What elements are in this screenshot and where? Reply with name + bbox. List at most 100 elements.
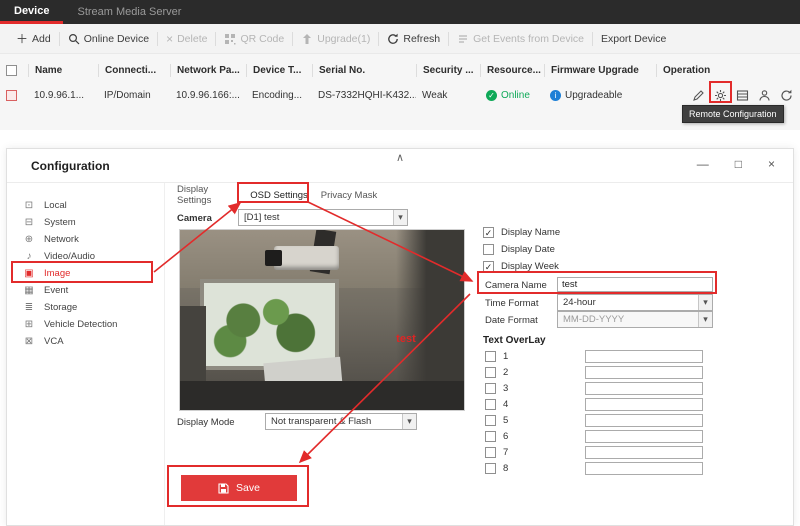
device-table-row[interactable]: 10.9.96.1... IP/Domain 10.9.96.166:... E…: [0, 82, 800, 108]
overlay-4-input[interactable]: [585, 398, 703, 411]
column-resource: Resource...: [480, 64, 544, 77]
top-tabbar: Device Stream Media Server: [0, 0, 800, 24]
text-overlay-row: 6: [485, 431, 508, 442]
overlay-number: 8: [503, 463, 508, 474]
storage-icon: ≣: [23, 302, 35, 313]
overlay-1-checkbox[interactable]: [485, 351, 496, 362]
audio-icon: ♪: [23, 251, 35, 262]
sidebar-item-system[interactable]: ⊟System: [7, 214, 165, 231]
device-table-header: Name Connecti... Network Pa... Device T.…: [0, 58, 800, 82]
column-device-type: Device T...: [246, 64, 312, 77]
column-network: Network Pa...: [170, 64, 246, 77]
online-check-icon: ✓: [486, 90, 497, 101]
display-name-option[interactable]: ✓ Display Name: [483, 227, 560, 238]
overlay-7-checkbox[interactable]: [485, 447, 496, 458]
tab-privacy-mask[interactable]: Privacy Mask: [319, 187, 379, 203]
delete-button[interactable]: × Delete: [158, 33, 215, 45]
tab-stream-media-server[interactable]: Stream Media Server: [63, 0, 195, 24]
display-week-checkbox[interactable]: ✓: [483, 261, 494, 272]
overlay-8-input[interactable]: [585, 462, 703, 475]
overlay-3-input[interactable]: [585, 382, 703, 395]
export-device-button[interactable]: Export Device: [593, 33, 674, 45]
osd-name-overlay: test: [396, 333, 416, 345]
upgrade-label: Upgrade(1): [317, 33, 370, 45]
sidebar-item-vca[interactable]: ⊠VCA: [7, 333, 165, 350]
text-overlay-row: 8: [485, 463, 508, 474]
overlay-7-input[interactable]: [585, 446, 703, 459]
camera-label: Camera: [177, 213, 212, 224]
camera-select[interactable]: [D1] test: [238, 209, 408, 226]
sidebar-item-vehicle-detection[interactable]: ⊞Vehicle Detection: [7, 316, 165, 333]
cell-device-type: Encoding...: [246, 90, 312, 101]
overlay-2-input[interactable]: [585, 366, 703, 379]
overlay-number: 4: [503, 399, 508, 410]
online-device-button[interactable]: Online Device: [60, 33, 157, 45]
sidebar-item-local[interactable]: ⊡Local: [7, 197, 165, 214]
add-button[interactable]: ＋ Add: [8, 33, 59, 45]
sidebar-item-video-audio[interactable]: ♪Video/Audio: [7, 248, 165, 265]
text-overlay-row: 2: [485, 367, 508, 378]
preview-camera-body: [274, 246, 339, 269]
column-firmware: Firmware Upgrade: [544, 64, 656, 77]
overlay-6-checkbox[interactable]: [485, 431, 496, 442]
online-status-label: Online: [501, 90, 530, 101]
row-checkbox[interactable]: [6, 90, 17, 101]
overlay-3-checkbox[interactable]: [485, 383, 496, 394]
tab-osd-settings[interactable]: OSD Settings: [247, 187, 311, 203]
overlay-8-checkbox[interactable]: [485, 463, 496, 474]
edit-icon[interactable]: [692, 89, 705, 102]
vehicle-icon: ⊞: [23, 319, 35, 330]
search-icon: [68, 33, 80, 45]
camera-name-input[interactable]: [557, 277, 713, 292]
device-status-icon[interactable]: [736, 89, 749, 102]
event-list-icon: [457, 33, 469, 45]
sidebar-label: VCA: [44, 336, 64, 347]
overlay-5-input[interactable]: [585, 414, 703, 427]
qr-code-button[interactable]: QR Code: [216, 33, 292, 45]
display-date-option[interactable]: Display Date: [483, 244, 555, 255]
overlay-6-input[interactable]: [585, 430, 703, 443]
overlay-number: 7: [503, 447, 508, 458]
screen: Device Stream Media Server ＋ Add Online …: [0, 0, 800, 526]
text-overlay-row: 5: [485, 415, 508, 426]
remote-configuration-gear-icon[interactable]: [714, 89, 727, 102]
overlay-1-input[interactable]: [585, 350, 703, 363]
sidebar-item-image[interactable]: ▣Image: [7, 265, 165, 282]
upgrade-button[interactable]: Upgrade(1): [293, 33, 378, 45]
save-button[interactable]: Save: [181, 475, 297, 501]
overlay-4-checkbox[interactable]: [485, 399, 496, 410]
cell-name: 10.9.96.1...: [28, 90, 98, 101]
tab-display-settings[interactable]: Display Settings: [177, 187, 239, 203]
display-mode-select[interactable]: Not transparent & Flash: [265, 413, 417, 430]
tab-device[interactable]: Device: [0, 0, 63, 24]
date-format-select[interactable]: MM-DD-YYYY: [557, 311, 713, 328]
configuration-content: Display Settings OSD Settings Privacy Ma…: [165, 149, 793, 525]
preview-camera-lens: [265, 250, 282, 266]
display-date-checkbox[interactable]: [483, 244, 494, 255]
overlay-2-checkbox[interactable]: [485, 367, 496, 378]
display-mode-label: Display Mode: [177, 417, 235, 428]
sync-icon[interactable]: [780, 89, 793, 102]
sidebar-item-event[interactable]: ▦Event: [7, 282, 165, 299]
cell-network: 10.9.96.166:...: [170, 90, 246, 101]
column-operation: Operation: [656, 64, 800, 77]
cell-resource: ✓ Online: [480, 90, 544, 101]
plus-icon: ＋: [16, 33, 28, 45]
camera-preview: test: [179, 229, 465, 411]
display-name-checkbox[interactable]: ✓: [483, 227, 494, 238]
refresh-button[interactable]: Refresh: [379, 33, 448, 45]
sidebar-label: Local: [44, 200, 67, 211]
sidebar-item-storage[interactable]: ≣Storage: [7, 299, 165, 316]
column-connection: Connecti...: [98, 64, 170, 77]
select-all-checkbox[interactable]: [6, 65, 17, 76]
display-week-option[interactable]: ✓ Display Week: [483, 261, 559, 272]
get-events-button[interactable]: Get Events from Device: [449, 33, 592, 45]
sidebar-item-network[interactable]: ⊕Network: [7, 231, 165, 248]
overlay-number: 3: [503, 383, 508, 394]
overlay-5-checkbox[interactable]: [485, 415, 496, 426]
time-format-select[interactable]: 24-hour: [557, 294, 713, 311]
cell-firmware: i Upgradeable: [544, 90, 656, 101]
preview-floor: [180, 381, 464, 410]
user-icon[interactable]: [758, 89, 771, 102]
text-overlay-row: 3: [485, 383, 508, 394]
